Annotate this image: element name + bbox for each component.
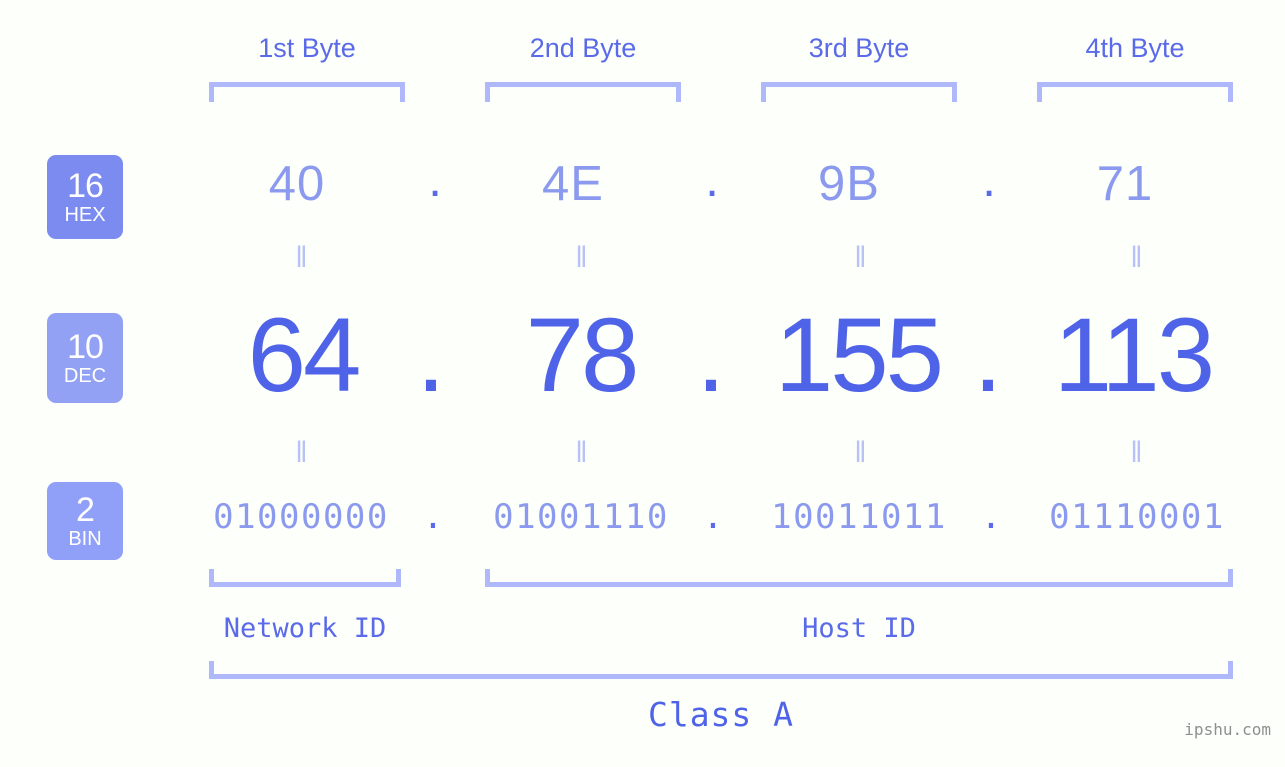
base-badge-hex: 16 HEX xyxy=(47,155,123,239)
equals-mark-dec-bin-1: ‖ xyxy=(295,436,307,469)
byte-bracket-top-3 xyxy=(761,82,957,102)
hex-byte-2: 4E xyxy=(542,157,604,211)
dec-separator-1: . xyxy=(416,297,446,414)
dec-separator-2: . xyxy=(696,297,726,414)
site-watermark: ipshu.com xyxy=(1184,720,1271,739)
hex-byte-3: 9B xyxy=(818,157,880,211)
class-label: Class A xyxy=(647,695,795,734)
byte-bracket-top-2 xyxy=(485,82,681,102)
bin-byte-4: 01110001 xyxy=(1049,497,1225,537)
bin-separator-1: . xyxy=(422,497,444,537)
dec-byte-1: 64 xyxy=(247,297,362,414)
equals-mark-hex-dec-3: ‖ xyxy=(854,241,866,274)
host-id-bracket xyxy=(485,569,1233,587)
hex-separator-2: . xyxy=(705,153,719,207)
network-id-bracket xyxy=(209,569,401,587)
dec-byte-2: 78 xyxy=(525,297,640,414)
hex-byte-4: 71 xyxy=(1096,157,1154,211)
equals-mark-dec-bin-3: ‖ xyxy=(854,436,866,469)
equals-mark-hex-dec-2: ‖ xyxy=(575,241,587,274)
ip-address-diagram: 1st Byte 2nd Byte 3rd Byte 4th Byte 16 H… xyxy=(0,0,1285,767)
byte-header-1: 1st Byte xyxy=(258,33,356,63)
base-badge-bin-abbr: BIN xyxy=(68,528,102,550)
dec-separator-3: . xyxy=(973,297,1003,414)
network-id-label: Network ID xyxy=(223,613,387,644)
bin-separator-2: . xyxy=(702,497,724,537)
equals-mark-hex-dec-4: ‖ xyxy=(1130,241,1142,274)
byte-header-4: 4th Byte xyxy=(1085,33,1185,63)
base-badge-bin: 2 BIN xyxy=(47,482,123,560)
base-badge-dec-abbr: DEC xyxy=(63,365,107,387)
byte-bracket-top-1 xyxy=(209,82,405,102)
equals-mark-dec-bin-4: ‖ xyxy=(1130,436,1142,469)
bin-byte-2: 01001110 xyxy=(493,497,669,537)
byte-bracket-top-4 xyxy=(1037,82,1233,102)
hex-separator-3: . xyxy=(982,153,996,207)
base-badge-hex-abbr: HEX xyxy=(64,204,106,226)
base-badge-hex-number: 16 xyxy=(67,167,104,205)
base-badge-dec-number: 10 xyxy=(67,328,104,366)
byte-header-2: 2nd Byte xyxy=(529,33,637,63)
byte-header-3: 3rd Byte xyxy=(808,33,910,63)
class-bracket xyxy=(209,661,1233,679)
hex-separator-1: . xyxy=(428,153,442,207)
base-badge-bin-number: 2 xyxy=(76,491,95,529)
bin-separator-3: . xyxy=(980,497,1002,537)
equals-mark-dec-bin-2: ‖ xyxy=(575,436,587,469)
hex-byte-1: 40 xyxy=(268,157,326,211)
base-badge-dec: 10 DEC xyxy=(47,313,123,403)
dec-byte-4: 113 xyxy=(1053,297,1215,414)
host-id-label: Host ID xyxy=(802,613,916,644)
bin-byte-1: 01000000 xyxy=(213,497,389,537)
bin-byte-3: 10011011 xyxy=(771,497,947,537)
dec-byte-3: 155 xyxy=(774,297,944,414)
equals-mark-hex-dec-1: ‖ xyxy=(295,241,307,274)
